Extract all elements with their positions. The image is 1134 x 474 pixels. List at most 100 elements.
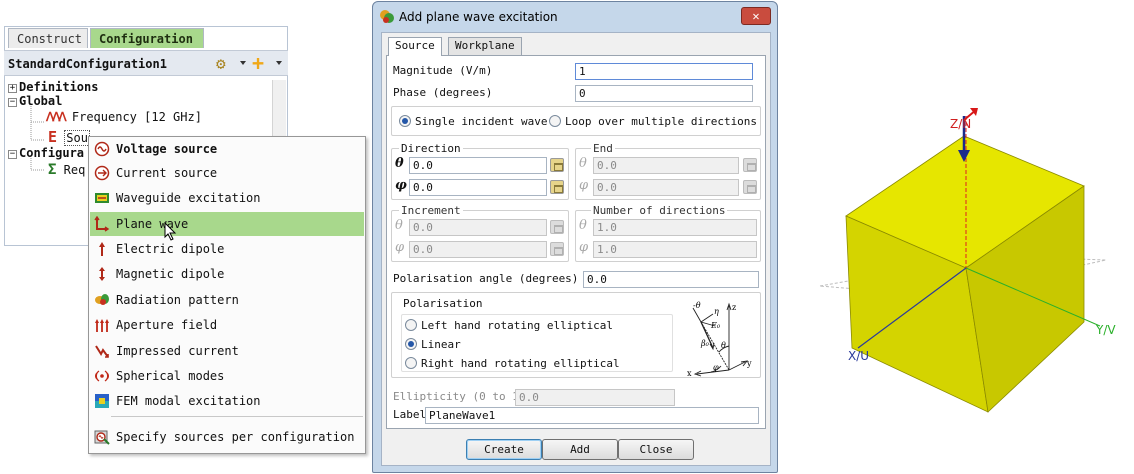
num-directions-theta-field: 1.0 [593, 219, 757, 236]
diagram-y-label: y [746, 359, 752, 368]
linear-radio[interactable] [405, 338, 417, 350]
menu-item-plane-wave[interactable]: Plane wave [90, 212, 364, 236]
theta-symbol: θ [395, 156, 404, 171]
menu-item-fem-modal-excitation[interactable]: FEM modal excitation [90, 389, 364, 413]
plane-wave-icon [94, 216, 110, 232]
menu-item-impressed-current[interactable]: Impressed current [90, 339, 364, 363]
theta-symbol: θ [579, 156, 587, 171]
fem-modal-icon [95, 394, 109, 408]
polarisation-angle-field[interactable]: 0.0 [583, 271, 759, 288]
menu-item-aperture-field[interactable]: Aperture field [90, 313, 364, 337]
loop-directions-label: Loop over multiple directions [565, 115, 758, 128]
dialog-title: Add plane wave excitation [399, 10, 558, 24]
menu-item-waveguide-excitation[interactable]: Waveguide excitation [90, 186, 364, 210]
tree-item-definitions[interactable]: + Definitions [8, 80, 98, 94]
folder-icon[interactable] [550, 180, 564, 194]
end-theta-field: 0.0 [593, 157, 739, 174]
source-e-icon: E [48, 128, 58, 146]
single-incident-wave-label: Single incident wave [415, 115, 548, 128]
phi-symbol: φ [579, 178, 589, 193]
close-button[interactable]: Close [618, 439, 694, 460]
current-source-icon [94, 165, 110, 181]
diagram-x-label: x [687, 369, 692, 378]
menu-item-magnetic-dipole[interactable]: Magnetic dipole [90, 262, 364, 286]
menu-item-current-source[interactable]: Current source [90, 161, 364, 185]
left-hand-elliptical-radio[interactable] [405, 319, 417, 331]
increment-label: Increment [399, 204, 463, 217]
menu-item-spherical-modes[interactable]: Spherical modes [90, 364, 364, 388]
menu-item-voltage-source[interactable]: Voltage source [90, 137, 364, 161]
ellipticity-field: 0.0 [515, 389, 675, 406]
phase-field[interactable]: 0 [575, 85, 753, 102]
menu-item-electric-dipole[interactable]: Electric dipole [90, 237, 364, 261]
aperture-field-icon [95, 319, 109, 332]
folder-icon [550, 220, 564, 234]
increment-phi-field: 0.0 [409, 241, 547, 258]
tab-workplane[interactable]: Workplane [448, 37, 522, 55]
x-axis-label: X/U [848, 349, 869, 363]
tree-item-global[interactable]: − Global [8, 94, 62, 108]
magnitude-field[interactable]: 1 [575, 63, 753, 80]
waveguide-icon [95, 193, 109, 203]
magnetic-dipole-icon [99, 267, 105, 281]
tree-item-configuration[interactable]: − Configura [8, 146, 84, 160]
tree-item-source[interactable]: E Sou [48, 128, 90, 146]
sum-icon: Σ [48, 162, 57, 178]
phi-symbol: φ [395, 178, 407, 193]
spherical-modes-icon [95, 370, 109, 382]
end-phi-field: 0.0 [593, 179, 739, 196]
polarisation-diagram: z x y -θ η E₀ β₀ θ φ [687, 301, 752, 378]
direction-phi-field[interactable]: 0.0 [409, 179, 547, 196]
menu-item-radiation-pattern[interactable]: Radiation pattern [90, 288, 364, 312]
impressed-current-icon [95, 345, 109, 358]
folder-icon[interactable] [550, 158, 564, 172]
close-icon[interactable]: ✕ [741, 7, 771, 25]
tab-source[interactable]: Source [388, 37, 442, 56]
loop-directions-radio[interactable] [549, 115, 561, 127]
diagram-theta-label: θ [721, 341, 726, 350]
increment-theta-field: 0.0 [409, 219, 547, 236]
label-field[interactable]: PlaneWave1 [425, 407, 759, 424]
single-incident-wave-radio[interactable] [399, 115, 411, 127]
create-button[interactable]: Create [466, 439, 542, 460]
end-label: End [591, 142, 615, 155]
radiation-pattern-icon [95, 294, 109, 305]
folder-icon [743, 180, 757, 194]
3d-view[interactable]: Z/N Y/V X/U [800, 96, 1130, 416]
mouse-cursor-icon [164, 222, 177, 241]
collapse-icon[interactable]: − [8, 98, 17, 107]
diagram-theta-hat-label: -θ [693, 301, 701, 310]
tree-item-requests[interactable]: Σ Req [48, 162, 85, 178]
menu-item-specify-sources-per-configuration[interactable]: Specify sources per configuration [90, 425, 364, 449]
expand-icon[interactable]: + [8, 84, 17, 93]
linear-label: Linear [421, 338, 461, 351]
right-hand-elliptical-label: Right hand rotating elliptical [421, 357, 620, 370]
diagram-eta-label: η [714, 307, 719, 316]
electric-dipole-icon [99, 242, 105, 256]
voltage-source-icon [94, 141, 110, 157]
diagram-phi-label: φ [713, 363, 719, 372]
label-label: Label [393, 408, 427, 421]
direction-theta-field[interactable]: 0.0 [409, 157, 547, 174]
source-tab-panel: Magnitude (V/m) 1 Phase (degrees) 0 Sing… [386, 55, 766, 429]
theta-symbol: θ [579, 218, 587, 233]
magnitude-label: Magnitude (V/m) [393, 64, 493, 77]
y-axis-label: Y/V [1095, 323, 1116, 337]
app-icon [380, 10, 394, 23]
diagram-z-label: z [732, 303, 736, 312]
right-hand-elliptical-radio[interactable] [405, 357, 417, 369]
polarisation-label: Polarisation [403, 297, 483, 310]
add-button[interactable]: Add [542, 439, 618, 460]
phi-symbol: φ [395, 240, 405, 255]
menu-separator [111, 416, 363, 417]
add-plane-wave-dialog: Add plane wave excitation ✕ Source Workp… [372, 1, 778, 473]
dialog-body: Source Workplane Magnitude (V/m) 1 Phase… [381, 32, 771, 466]
tree-item-frequency[interactable]: ᐱᐱᐱ Frequency [12 GHz] [46, 110, 202, 124]
direction-label: Direction [399, 142, 463, 155]
collapse-icon[interactable]: − [8, 150, 17, 159]
theta-symbol: θ [395, 218, 403, 233]
num-directions-phi-field: 1.0 [593, 241, 757, 258]
ellipticity-label: Ellipticity (0 to 1) [393, 390, 526, 403]
phase-label: Phase (degrees) [393, 86, 493, 99]
frequency-icon: ᐱᐱᐱ [46, 110, 67, 124]
